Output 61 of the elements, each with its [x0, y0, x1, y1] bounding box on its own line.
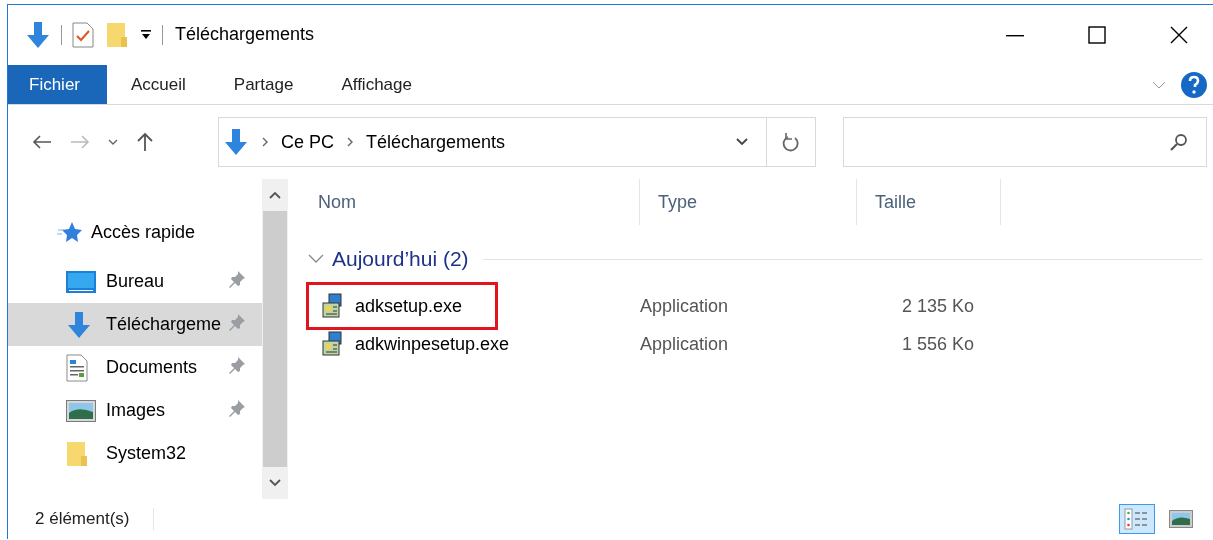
star-icon [57, 221, 83, 244]
breadcrumb-chevron-icon[interactable] [261, 137, 269, 148]
pin-icon [228, 356, 246, 375]
installer-icon [321, 293, 345, 320]
expand-ribbon-icon[interactable] [1152, 79, 1166, 90]
download-arrow-icon [223, 128, 249, 157]
pin-icon [228, 313, 246, 332]
ribbon-tab[interactable]: Fichier [8, 64, 107, 105]
sidebar-header[interactable]: Accès rapide [91, 221, 196, 243]
scrollbar-thumb[interactable] [263, 211, 287, 468]
ribbon-tab[interactable]: Accueil [107, 64, 210, 105]
sidebar-item[interactable]: Images [8, 389, 262, 433]
picture-icon [1169, 510, 1193, 529]
document-icon [66, 353, 88, 382]
sidebar-item[interactable]: System32 [8, 432, 262, 476]
search-field[interactable] [843, 117, 1207, 168]
pin-icon [228, 270, 246, 289]
desktop-icon [66, 270, 96, 293]
window-title: Téléchargements [175, 24, 315, 46]
refresh-icon[interactable] [782, 132, 800, 153]
sidebar-item[interactable]: Téléchargeme [8, 303, 262, 347]
sidebar-item[interactable]: Documents [8, 346, 262, 390]
file-size: 1 556 Ko [900, 333, 974, 355]
close-icon[interactable] [1169, 24, 1189, 45]
details-icon [1124, 508, 1150, 531]
item-count: 2 élément(s) [34, 509, 130, 530]
details-view-button[interactable] [1119, 504, 1155, 535]
customize-dropdown-icon[interactable] [140, 28, 152, 41]
installer-icon [321, 331, 345, 358]
breadcrumb[interactable]: Ce PC [281, 131, 334, 153]
file-type: Application [639, 295, 730, 317]
back-arrow-icon[interactable] [32, 134, 52, 151]
breadcrumb-chevron-icon[interactable] [346, 137, 354, 148]
collapse-chevron-icon[interactable] [308, 254, 324, 265]
recent-locations-icon[interactable] [108, 138, 118, 147]
download-arrow-icon [25, 20, 51, 49]
file-size: 2 135 Ko [900, 295, 974, 317]
file-name[interactable]: adksetup.exe [355, 295, 463, 317]
sidebar-item[interactable]: Bureau [8, 260, 262, 304]
pin-icon [228, 399, 246, 418]
group-header[interactable]: Aujourd’hui (2) [332, 247, 469, 272]
file-type: Application [639, 333, 730, 355]
properties-icon[interactable] [72, 21, 94, 48]
picture-icon [66, 399, 96, 422]
maximize-icon[interactable] [1087, 24, 1107, 45]
search-icon [1170, 133, 1188, 152]
column-header[interactable]: Nom [300, 179, 640, 226]
file-name[interactable]: adkwinpesetup.exe [355, 333, 510, 355]
dropdown-caret-icon[interactable] [735, 137, 749, 148]
breadcrumb[interactable]: Téléchargements [366, 131, 506, 153]
folder-icon [66, 439, 88, 468]
download-arrow-icon [66, 310, 92, 339]
scroll-up-icon[interactable] [269, 191, 281, 200]
help-icon[interactable] [1180, 70, 1208, 99]
column-header[interactable]: Taille [857, 179, 1001, 226]
address-bar[interactable]: Ce PC Téléchargements [218, 117, 816, 168]
ribbon-tab[interactable]: Affichage [317, 64, 436, 105]
scroll-down-icon[interactable] [269, 479, 281, 488]
up-arrow-icon[interactable] [136, 132, 154, 153]
column-header[interactable]: Type [640, 179, 857, 226]
ribbon-tab[interactable]: Partage [209, 64, 318, 105]
